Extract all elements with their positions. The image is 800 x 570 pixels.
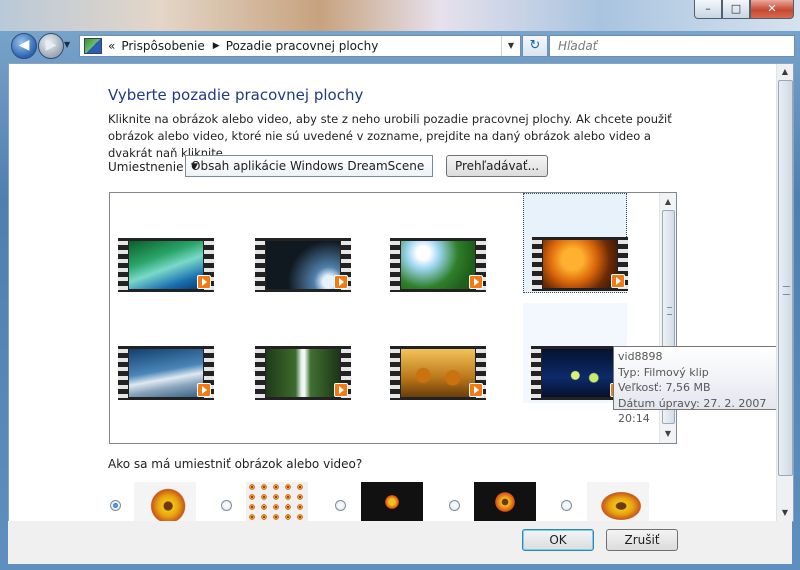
content-scrollbar[interactable]: ▲ ▼ — [776, 64, 793, 521]
gallery-item[interactable] — [382, 195, 486, 295]
position-fit-preview[interactable] — [474, 482, 536, 521]
location-select[interactable]: Obsah aplikácie Windows DreamScene ▼ — [185, 155, 433, 177]
forward-button[interactable]: ▶ — [38, 33, 64, 59]
position-fill-preview[interactable] — [134, 482, 196, 521]
breadcrumb-separator-icon[interactable]: ▶ — [213, 41, 220, 51]
position-label: Ako sa má umiestniť obrázok alebo video? — [108, 457, 363, 471]
tooltip-size: Veľkosť: 7,56 MB — [618, 381, 711, 394]
play-icon — [334, 383, 348, 397]
position-fit-radio[interactable] — [449, 500, 460, 511]
play-icon — [469, 383, 483, 397]
title-bar: – □ ✕ — [0, 0, 800, 31]
maximize-icon[interactable]: □ — [722, 0, 750, 19]
background-gallery: ▲ ▼ — [109, 192, 677, 444]
position-fill-radio[interactable] — [110, 500, 121, 511]
position-tile-radio[interactable] — [221, 500, 232, 511]
content-scroll-thumb[interactable] — [778, 80, 793, 476]
breadcrumb-item-personalization[interactable]: Prispôsobenie — [121, 39, 204, 53]
address-dropdown-icon[interactable]: ▼ — [501, 36, 520, 56]
video-thumbnail — [532, 237, 628, 291]
position-stretch-radio[interactable] — [561, 500, 572, 511]
page-title: Vyberte pozadie pracovnej plochy — [108, 86, 364, 104]
video-thumbnail — [118, 238, 214, 292]
recent-pages-dropdown-icon[interactable]: ▼ — [64, 40, 70, 49]
back-button[interactable]: ◀ — [11, 33, 37, 59]
tooltip-name: vid8898 — [618, 350, 663, 363]
gallery-item[interactable] — [382, 303, 486, 403]
gallery-item-selected[interactable] — [523, 193, 628, 293]
cancel-button[interactable]: Zrušiť — [606, 529, 678, 551]
video-thumbnail — [390, 346, 486, 400]
scroll-up-icon[interactable]: ▲ — [660, 195, 676, 209]
minimize-icon[interactable]: – — [694, 0, 722, 19]
gallery-item[interactable] — [247, 303, 351, 403]
video-tooltip: vid8898 Typ: Filmový klip Veľkosť: 7,56 … — [613, 346, 789, 425]
video-thumbnail — [390, 238, 486, 292]
caption-buttons: – □ ✕ — [694, 0, 794, 19]
ok-button[interactable]: OK — [522, 529, 594, 551]
control-panel-icon — [84, 38, 102, 54]
search-input[interactable]: Hľadať — [549, 35, 795, 57]
close-icon[interactable]: ✕ — [750, 0, 794, 19]
play-icon — [197, 275, 211, 289]
video-thumbnail — [255, 346, 351, 400]
address-bar[interactable]: « Prispôsobenie ▶ Pozadie pracovnej ploc… — [79, 35, 521, 57]
video-thumbnail — [118, 346, 214, 400]
video-thumbnail — [255, 238, 351, 292]
gallery-item[interactable] — [247, 195, 351, 295]
play-icon — [197, 383, 211, 397]
browse-button[interactable]: Prehľadávať... — [446, 155, 548, 177]
search-placeholder: Hľadať — [558, 39, 598, 53]
refresh-icon[interactable]: ↻ — [522, 35, 548, 57]
location-label: Umiestnenie — [108, 160, 184, 174]
play-icon — [611, 274, 625, 288]
tooltip-type: Typ: Filmový klip — [618, 365, 709, 379]
scroll-up-icon[interactable]: ▲ — [777, 65, 793, 79]
position-center-radio[interactable] — [335, 500, 346, 511]
window-frame: – □ ✕ ◀ ▶ ▼ « Prispôsobenie ▶ Pozadie pr… — [0, 0, 800, 570]
play-icon — [469, 275, 483, 289]
gallery-item-hover[interactable] — [523, 303, 627, 403]
breadcrumb-item-desktop-background[interactable]: Pozadie pracovnej plochy — [226, 39, 379, 53]
scroll-down-icon[interactable]: ▼ — [777, 506, 793, 520]
chevron-down-icon: ▼ — [191, 162, 198, 172]
breadcrumb-overflow[interactable]: « — [108, 39, 115, 53]
position-tile-preview[interactable] — [246, 482, 308, 521]
dialog-footer: OK Zrušiť — [8, 521, 792, 564]
gallery-item[interactable] — [110, 303, 214, 403]
position-center-preview[interactable] — [361, 482, 423, 521]
scroll-down-icon[interactable]: ▼ — [660, 427, 676, 441]
play-icon — [334, 275, 348, 289]
position-stretch-preview[interactable] — [587, 482, 649, 521]
navigation-bar: ◀ ▶ ▼ « Prispôsobenie ▶ Pozadie pracovne… — [0, 31, 800, 59]
content-area: Vyberte pozadie pracovnej plochy Kliknit… — [8, 63, 794, 522]
gallery-item[interactable] — [110, 195, 214, 295]
tooltip-date: Dátum úpravy: 27. 2. 2007 20:14 — [618, 396, 767, 426]
